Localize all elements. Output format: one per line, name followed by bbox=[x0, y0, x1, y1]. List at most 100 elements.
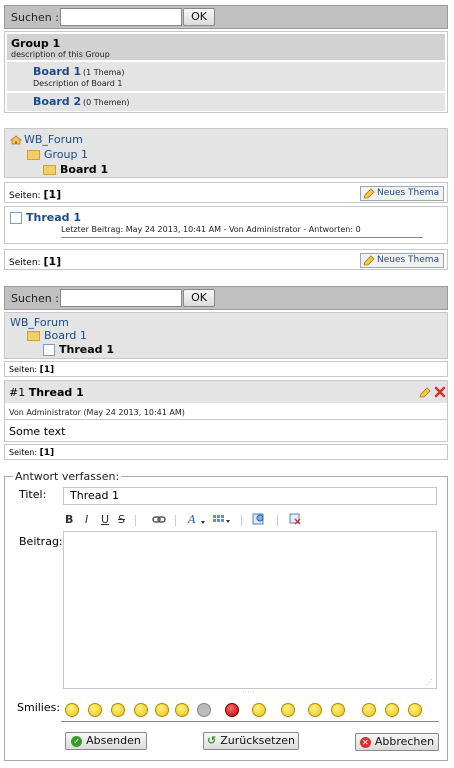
submit-button[interactable]: ✓ Absenden bbox=[65, 732, 147, 750]
breadcrumb-root[interactable]: WB_Forum bbox=[9, 133, 83, 146]
smilie-icon[interactable] bbox=[134, 703, 148, 717]
thread-list: Thread 1 Letzter Beitrag: May 24 2013, 1… bbox=[4, 206, 448, 244]
body-textarea[interactable]: ⋰ bbox=[63, 531, 437, 689]
search-input[interactable] bbox=[60, 8, 182, 26]
post-meta: Von Administrator (May 24 2013, 10:41 AM… bbox=[9, 408, 185, 417]
thread-icon bbox=[43, 344, 55, 356]
pager: Seiten: [1] bbox=[4, 361, 448, 377]
reply-legend: Antwort verfassen: bbox=[13, 470, 122, 483]
edit-icon[interactable] bbox=[419, 386, 431, 398]
page-current: [1] bbox=[39, 448, 55, 458]
folder-icon bbox=[43, 165, 56, 175]
board-link[interactable]: Board 1 bbox=[33, 65, 81, 78]
breadcrumb-board[interactable]: Board 1 bbox=[27, 329, 87, 342]
folder-icon bbox=[27, 150, 40, 160]
search-label: Suchen : bbox=[11, 11, 59, 24]
board-row[interactable]: Board 1 (1 Thema) Description of Board 1 bbox=[7, 62, 445, 91]
smilie-icon[interactable] bbox=[362, 703, 376, 717]
title-input[interactable]: Thread 1 bbox=[63, 487, 437, 505]
smilies-label: Smilies: bbox=[17, 701, 61, 714]
thread-last-post: Letzter Beitrag: May 24 2013, 10:41 AM -… bbox=[61, 225, 361, 234]
cancel-icon: ✕ bbox=[359, 736, 371, 748]
smilie-icon[interactable] bbox=[88, 703, 102, 717]
group-title[interactable]: Group 1 bbox=[11, 37, 60, 50]
home-icon bbox=[9, 135, 23, 145]
thread-row[interactable]: Thread 1 bbox=[10, 211, 81, 224]
breadcrumb-board: Board 1 bbox=[43, 163, 108, 176]
smilie-icon[interactable] bbox=[111, 703, 125, 717]
smilie-icon[interactable] bbox=[252, 703, 266, 717]
font-color-icon[interactable]: A bbox=[187, 513, 207, 526]
resize-handle[interactable]: ⋰ bbox=[426, 678, 433, 686]
breadcrumb: WB_Forum Group 1 Board 1 bbox=[4, 128, 448, 178]
post: #1 Thread 1 Von Administrator (May 24 20… bbox=[4, 380, 448, 442]
thread-icon bbox=[10, 212, 22, 224]
smilie-icon[interactable] bbox=[331, 703, 345, 717]
delete-icon[interactable] bbox=[434, 386, 446, 398]
link-icon[interactable] bbox=[152, 515, 166, 524]
toolbar-separator bbox=[175, 515, 176, 526]
new-topic-button[interactable]: Neues Thema bbox=[360, 186, 444, 201]
search-label: Suchen : bbox=[11, 292, 59, 305]
group-description: description of this Group bbox=[11, 50, 110, 59]
smilie-icon[interactable] bbox=[197, 703, 211, 717]
board-count: (0 Themen) bbox=[83, 98, 130, 107]
check-icon: ✓ bbox=[71, 735, 83, 747]
smilie-icon[interactable] bbox=[175, 703, 189, 717]
smilie-icon[interactable] bbox=[308, 703, 322, 717]
page-current: [1] bbox=[43, 255, 62, 268]
board-row[interactable]: Board 2 (0 Themen) bbox=[7, 93, 445, 111]
divider bbox=[61, 721, 439, 722]
post-body: Some text bbox=[9, 425, 66, 438]
folder-icon bbox=[27, 331, 40, 341]
divider bbox=[61, 237, 423, 238]
smilie-icon[interactable] bbox=[225, 703, 239, 717]
smilie-icon[interactable] bbox=[385, 703, 399, 717]
search-ok-button[interactable]: OK bbox=[183, 289, 215, 307]
thread-link[interactable]: Thread 1 bbox=[26, 211, 81, 224]
post-header: #1 Thread 1 bbox=[5, 381, 447, 403]
page-current: [1] bbox=[43, 188, 62, 201]
reset-button[interactable]: ↺ Zurücksetzen bbox=[203, 732, 299, 750]
background-color-icon[interactable] bbox=[212, 514, 232, 526]
title-label: Titel: bbox=[19, 488, 47, 501]
smilie-icon[interactable] bbox=[65, 703, 79, 717]
cancel-button[interactable]: ✕ Abbrechen bbox=[355, 733, 439, 751]
pager: Seiten: [1] Neues Thema bbox=[4, 249, 448, 270]
strike-button[interactable]: S bbox=[118, 513, 125, 526]
source-icon[interactable] bbox=[252, 512, 266, 526]
pages-label: Seiten: [1] bbox=[9, 255, 62, 268]
pager: Seiten: [1] Neues Thema bbox=[4, 182, 448, 203]
search-input[interactable] bbox=[60, 289, 182, 307]
reset-icon: ↺ bbox=[207, 734, 217, 747]
breadcrumb-root[interactable]: WB_Forum bbox=[10, 316, 69, 329]
body-label: Beitrag: bbox=[19, 535, 63, 548]
remove-format-icon[interactable] bbox=[288, 512, 302, 526]
pencil-icon bbox=[363, 188, 375, 199]
toolbar-separator bbox=[241, 515, 242, 526]
pages-label: Seiten: [1] bbox=[9, 365, 55, 375]
pages-label: Seiten: [1] bbox=[9, 188, 62, 201]
smilie-icon[interactable] bbox=[155, 703, 169, 717]
board-description: Description of Board 1 bbox=[33, 79, 123, 88]
bold-button[interactable]: B bbox=[65, 513, 73, 526]
smilie-icon[interactable] bbox=[281, 703, 295, 717]
new-topic-button[interactable]: Neues Thema bbox=[360, 253, 444, 268]
search-ok-button[interactable]: OK bbox=[183, 8, 215, 26]
textarea-grip[interactable]: ····· bbox=[242, 688, 255, 697]
smilie-icon[interactable] bbox=[408, 703, 422, 717]
post-title: #1 Thread 1 bbox=[9, 386, 84, 399]
reply-form: Antwort verfassen: Titel: Thread 1 B I U… bbox=[4, 470, 448, 761]
svg-text:A: A bbox=[187, 513, 196, 526]
breadcrumb-group[interactable]: Group 1 bbox=[27, 148, 88, 161]
italic-button[interactable]: I bbox=[85, 513, 88, 526]
pages-label: Seiten: [1] bbox=[9, 448, 55, 458]
search-bar: Suchen : OK bbox=[4, 286, 448, 310]
breadcrumb: WB_Forum Board 1 Thread 1 bbox=[4, 312, 448, 359]
search-bar: Suchen : OK bbox=[4, 5, 448, 29]
toolbar-separator bbox=[277, 515, 278, 526]
board-link[interactable]: Board 2 bbox=[33, 95, 81, 108]
pager: Seiten: [1] bbox=[4, 444, 448, 460]
breadcrumb-thread: Thread 1 bbox=[43, 343, 114, 356]
underline-button[interactable]: U bbox=[101, 513, 109, 526]
